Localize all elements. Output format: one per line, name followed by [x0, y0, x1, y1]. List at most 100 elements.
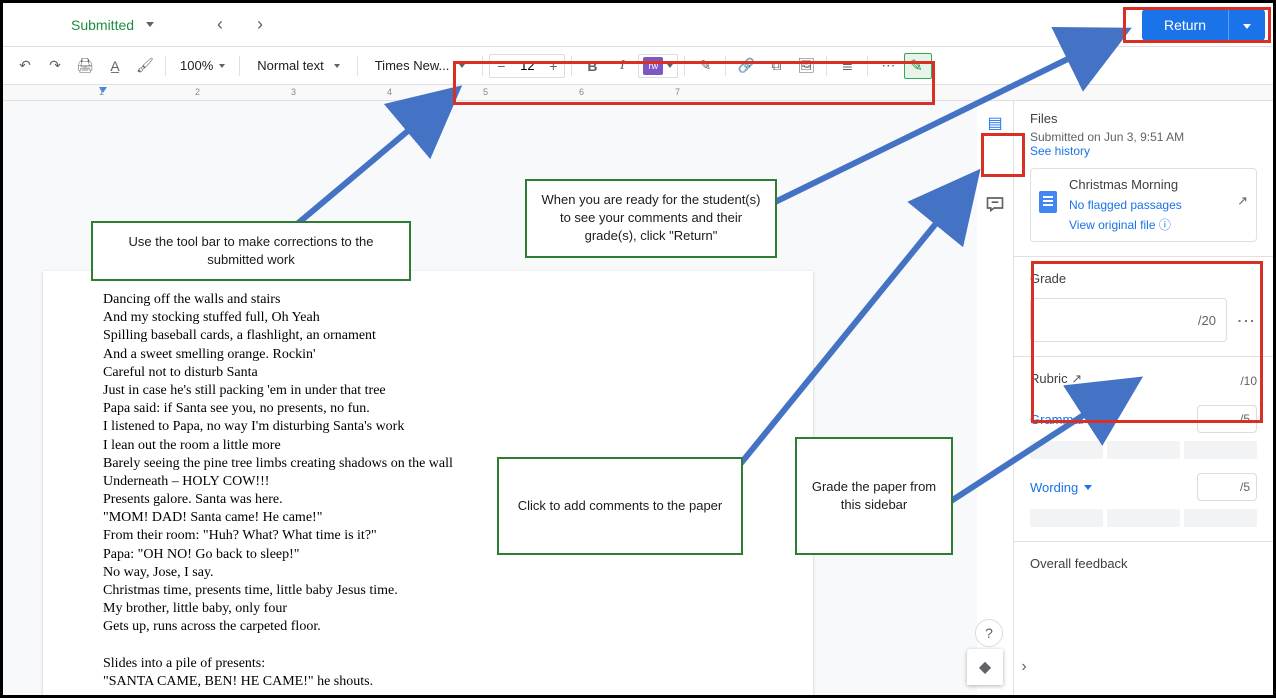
- document-line[interactable]: Christmas time, presents time, little ba…: [103, 582, 753, 600]
- rubric-criterion: Wording/5: [1030, 473, 1257, 527]
- document-line[interactable]: Slides into a pile of presents:: [103, 655, 753, 673]
- zoom-select[interactable]: 100%: [172, 54, 233, 77]
- rubric-level[interactable]: [1107, 509, 1180, 527]
- return-dropdown[interactable]: [1228, 9, 1265, 41]
- document-page[interactable]: Dancing off the walls and stairsAnd my s…: [43, 271, 813, 695]
- ruler-mark: 3: [291, 87, 296, 97]
- insert-link-button[interactable]: 🔗: [732, 53, 760, 79]
- document-line[interactable]: Spilling baseball cards, a flashlight, a…: [103, 327, 753, 345]
- see-history-link[interactable]: See history: [1030, 144, 1257, 158]
- pencil-icon: ✎: [909, 56, 922, 76]
- separator: [482, 56, 483, 76]
- rubric-criterion-toggle[interactable]: Wording: [1030, 480, 1092, 495]
- print-button[interactable]: 🖨: [71, 53, 99, 79]
- separator: [725, 56, 726, 76]
- document-line[interactable]: My brother, little baby, only four: [103, 600, 753, 618]
- font-family-select[interactable]: Times New...: [364, 53, 477, 78]
- italic-button[interactable]: I: [608, 53, 636, 79]
- top-bar: Submitted ‹ › Return: [3, 3, 1273, 47]
- redo-button[interactable]: ↷: [41, 53, 69, 79]
- separator: [165, 56, 166, 76]
- paragraph-style-select[interactable]: Normal text: [246, 53, 350, 78]
- document-line[interactable]: From their room: "Huh? What? What time i…: [103, 527, 753, 545]
- fontsize-decrease-button[interactable]: −: [490, 55, 512, 77]
- comment-bank-button[interactable]: ▤: [981, 109, 1009, 137]
- student-nav: ‹ ›: [204, 9, 276, 41]
- document-line[interactable]: Barely seeing the pine tree limbs creati…: [103, 455, 753, 473]
- document-line[interactable]: I lean out the room a little more: [103, 437, 753, 455]
- rubric-level[interactable]: [1184, 441, 1257, 459]
- chevron-down-icon: [1084, 485, 1092, 490]
- overall-feedback-heading: Overall feedback: [1030, 556, 1257, 571]
- chevron-down-icon: [667, 64, 673, 68]
- chevron-down-icon: [1091, 417, 1099, 422]
- document-line[interactable]: "MOM! DAD! Santa came! He came!": [103, 509, 753, 527]
- rubric-level[interactable]: [1184, 509, 1257, 527]
- document-area: Dancing off the walls and stairsAnd my s…: [3, 101, 977, 695]
- document-line[interactable]: "SANTA CAME, BEN! HE CAME!" he shouts.: [103, 673, 753, 691]
- editing-mode-select[interactable]: ✎: [904, 53, 931, 79]
- dropdown-icon: [146, 22, 154, 27]
- grade-input[interactable]: /20: [1030, 298, 1227, 342]
- document-line[interactable]: And a sweet smelling orange. Rockin': [103, 346, 753, 364]
- no-flagged-link[interactable]: No flagged passages: [1069, 198, 1246, 212]
- ruler-mark: 1: [99, 87, 104, 97]
- submitted-date: Submitted on Jun 3, 9:51 AM: [1030, 130, 1257, 144]
- insert-image-button[interactable]: 🖼: [792, 53, 820, 79]
- chevron-down-icon: [459, 64, 465, 68]
- view-original-link[interactable]: View original file ⓘ: [1069, 216, 1246, 233]
- grade-row: /20 ⋮: [1030, 298, 1257, 342]
- next-student-button[interactable]: ›: [244, 9, 276, 41]
- more-button[interactable]: ⋯: [874, 53, 902, 79]
- rubric-score-input[interactable]: /5: [1197, 473, 1257, 501]
- submitted-dropdown[interactable]: Submitted: [61, 9, 164, 41]
- document-line[interactable]: No way, Jose, I say.: [103, 564, 753, 582]
- rubric-level[interactable]: [1030, 441, 1103, 459]
- document-line[interactable]: Papa said: if Santa see you, no presents…: [103, 400, 753, 418]
- document-line[interactable]: [103, 637, 753, 655]
- rubric-level[interactable]: [1030, 509, 1103, 527]
- document-line[interactable]: Presents galore. Santa was here.: [103, 491, 753, 509]
- document-line[interactable]: Papa: "OH NO! Go back to sleep!": [103, 546, 753, 564]
- rubric-score-input[interactable]: /5: [1197, 405, 1257, 433]
- rubric-level[interactable]: [1107, 441, 1180, 459]
- open-new-icon[interactable]: ↗: [1237, 193, 1248, 209]
- align-button[interactable]: ≣: [833, 53, 861, 79]
- help-button[interactable]: ?: [975, 619, 1003, 647]
- explore-button[interactable]: ◆: [967, 649, 1003, 685]
- rubric-criterion-toggle[interactable]: Grammar: [1030, 412, 1099, 427]
- add-comment-button[interactable]: ⧉: [762, 53, 790, 79]
- chevron-down-icon: [334, 64, 340, 68]
- fontsize-value[interactable]: 12: [512, 58, 542, 73]
- document-line[interactable]: Gets up, runs across the carpeted floor.: [103, 618, 753, 636]
- paint-format-button[interactable]: 🖌: [131, 53, 159, 79]
- bold-button[interactable]: B: [578, 53, 606, 79]
- open-rubric-icon[interactable]: ↗: [1071, 371, 1082, 386]
- document-line[interactable]: And my stocking stuffed full, Oh Yeah: [103, 309, 753, 327]
- collapse-sidebar-button[interactable]: ›: [1009, 649, 1039, 685]
- horizontal-ruler[interactable]: 1234567: [3, 85, 1273, 101]
- spellcheck-button[interactable]: A̲: [101, 53, 129, 79]
- return-button[interactable]: Return: [1142, 9, 1228, 41]
- prev-student-button[interactable]: ‹: [204, 9, 236, 41]
- document-line[interactable]: Careful not to disturb Santa: [103, 364, 753, 382]
- readwrite-extension[interactable]: rw: [638, 54, 678, 78]
- file-card[interactable]: Christmas Morning No flagged passages Vi…: [1030, 168, 1257, 242]
- add-comment-button[interactable]: [981, 189, 1009, 217]
- submitted-label: Submitted: [71, 17, 134, 33]
- info-icon: ⓘ: [1159, 218, 1171, 232]
- ruler-mark: 4: [387, 87, 392, 97]
- margin-tools: ▤: [977, 101, 1013, 695]
- highlight-button[interactable]: ✎: [691, 53, 719, 79]
- document-line[interactable]: Underneath – HOLY COW!!!: [103, 473, 753, 491]
- fontsize-increase-button[interactable]: +: [542, 55, 564, 77]
- ruler-mark: 2: [195, 87, 200, 97]
- document-line[interactable]: Dancing off the walls and stairs: [103, 291, 753, 309]
- document-line[interactable]: Just in case he's still packing 'em in u…: [103, 382, 753, 400]
- ruler-mark: 5: [483, 87, 488, 97]
- undo-button[interactable]: ↶: [11, 53, 39, 79]
- rw-icon: rw: [643, 57, 663, 75]
- grade-menu-button[interactable]: ⋮: [1235, 312, 1257, 328]
- ruler-mark: 6: [579, 87, 584, 97]
- document-line[interactable]: I listened to Papa, no way I'm disturbin…: [103, 418, 753, 436]
